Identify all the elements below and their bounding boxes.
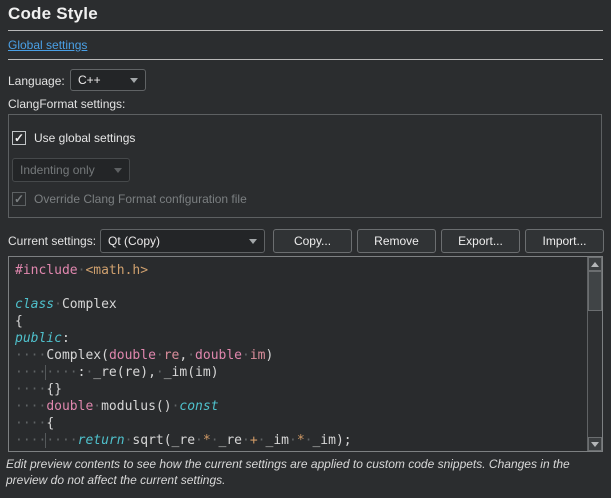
formatting-mode-dropdown: Indenting only <box>12 158 130 182</box>
arrow-down-icon <box>591 442 599 447</box>
import-button[interactable]: Import... <box>525 229 604 253</box>
code-line: #include·<math.h> <box>15 262 586 279</box>
override-clang-format-label: Override Clang Format configuration file <box>34 192 247 206</box>
code-line: ····{} <box>15 381 586 398</box>
scrollbar-thumb[interactable] <box>588 271 602 311</box>
code-style-settings-page: Code Style Global settings Language: C++… <box>0 0 611 498</box>
chevron-down-icon <box>130 78 138 83</box>
use-global-settings-label: Use global settings <box>34 131 135 145</box>
use-global-settings-checkbox[interactable]: ✓ Use global settings <box>12 131 135 145</box>
vertical-scrollbar[interactable] <box>587 257 602 451</box>
formatting-mode-value: Indenting only <box>20 163 95 177</box>
page-title: Code Style <box>8 4 98 24</box>
code-content[interactable]: #include·<math.h>class·Complex{public:··… <box>9 257 586 451</box>
check-icon: ✓ <box>14 193 24 205</box>
chevron-down-icon <box>249 239 257 244</box>
scroll-up-button[interactable] <box>588 257 602 271</box>
code-line: class·Complex <box>15 296 586 313</box>
language-dropdown[interactable]: C++ <box>70 69 146 91</box>
checkbox-icon: ✓ <box>12 131 26 145</box>
title-separator <box>8 30 603 31</box>
current-settings-dropdown[interactable]: Qt (Copy) <box>100 229 265 253</box>
clangformat-group-label: ClangFormat settings: <box>8 97 125 111</box>
language-dropdown-value: C++ <box>78 73 101 87</box>
code-line: ····double·modulus()·const <box>15 398 586 415</box>
footer-note: Edit preview contents to see how the cur… <box>6 456 606 488</box>
code-preview-editor[interactable]: #include·<math.h>class·Complex{public:··… <box>8 256 603 452</box>
language-label: Language: <box>8 74 65 88</box>
remove-button[interactable]: Remove <box>357 229 436 253</box>
export-button[interactable]: Export... <box>441 229 520 253</box>
checkbox-icon: ✓ <box>12 192 26 206</box>
code-line: ········return·sqrt(_re·*·_re·+·_im·*·_i… <box>15 432 586 449</box>
check-icon: ✓ <box>14 132 24 144</box>
chevron-down-icon <box>114 168 122 173</box>
arrow-up-icon <box>591 262 599 267</box>
global-settings-link[interactable]: Global settings <box>8 38 87 52</box>
override-clang-format-checkbox: ✓ Override Clang Format configuration fi… <box>12 192 247 206</box>
code-line: ····{ <box>15 415 586 432</box>
header-separator <box>8 59 603 60</box>
code-line: ········:·_re(re),·_im(im) <box>15 364 586 381</box>
code-line: public: <box>15 330 586 347</box>
code-line: ····Complex(double·re,·double·im) <box>15 347 586 364</box>
code-line <box>15 279 586 296</box>
copy-button[interactable]: Copy... <box>273 229 352 253</box>
code-line: { <box>15 313 586 330</box>
current-settings-label: Current settings: <box>8 234 96 248</box>
current-settings-value: Qt (Copy) <box>108 234 160 248</box>
scroll-down-button[interactable] <box>588 437 602 451</box>
